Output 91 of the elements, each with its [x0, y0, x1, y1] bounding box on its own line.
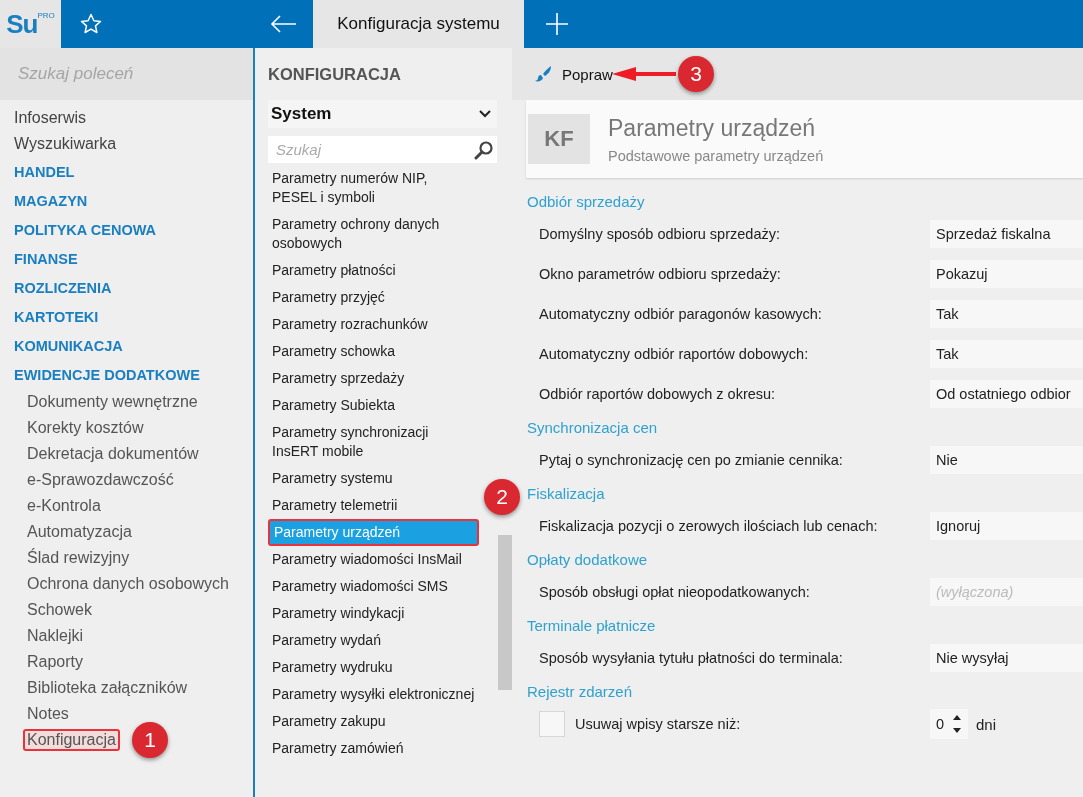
list-item[interactable]: Parametry wiadomości InsMail — [268, 546, 480, 573]
module-badge: KF — [528, 114, 590, 164]
list-item[interactable]: Parametry Subiekta — [268, 392, 480, 419]
value-field[interactable]: Ignoruj — [930, 512, 1083, 540]
callout-arrow — [612, 67, 676, 81]
field-label: Automatyczny odbiór raportów dobowych: — [539, 346, 810, 362]
step-badge: 1 — [132, 722, 168, 758]
field-label: Sposób obsługi opłat nieopodatkowanych: — [539, 584, 811, 600]
nav-item[interactable]: Ochrona danych osobowych — [23, 573, 233, 595]
field-label: Odbiór raportów dobowych z okresu: — [539, 386, 777, 402]
list-item[interactable]: Parametry przyjęć — [268, 284, 480, 311]
search-field[interactable]: Szukaj poleceń — [0, 48, 253, 100]
nav-item[interactable]: Notes — [23, 703, 73, 725]
section-heading: Opłaty dodatkowe — [527, 549, 649, 570]
nav-section[interactable]: POLITYKA CENOWA — [10, 219, 161, 240]
page-title: Parametry urządzeń — [608, 114, 817, 142]
category-dropdown[interactable]: System — [268, 100, 497, 128]
nav-item[interactable]: Konfiguracja — [23, 729, 120, 751]
field-label: Automatyczny odbiór paragonów kasowych: — [539, 306, 823, 322]
list-item[interactable]: Parametry synchronizacji InsERT mobile — [268, 419, 480, 465]
list-item[interactable]: Parametry sprzedaży — [268, 365, 480, 392]
search-field[interactable]: Szukaj — [268, 136, 497, 163]
nav-item[interactable]: Naklejki — [23, 625, 87, 647]
checkbox[interactable] — [539, 711, 565, 737]
section-heading: Terminale płatnicze — [527, 615, 657, 636]
nav-item[interactable]: Dokumenty wewnętrzne — [23, 391, 202, 413]
nav-section[interactable]: FINANSE — [10, 248, 82, 269]
list-item[interactable]: Parametry telemetrii — [268, 492, 480, 519]
list-item[interactable]: Parametry wiadomości SMS — [268, 573, 480, 600]
value-field[interactable]: Tak — [930, 300, 1083, 328]
list-item[interactable]: Parametry płatności — [268, 257, 480, 284]
nav-item[interactable]: Ślad rewizyjny — [23, 547, 134, 569]
nav-item[interactable]: Wyszukiwarka — [10, 133, 121, 155]
value-field: (wyłączona) — [930, 578, 1083, 606]
section-heading: Odbiór sprzedaży — [527, 191, 646, 212]
brush-icon — [534, 65, 552, 83]
list-item[interactable]: Parametry zamówień — [268, 735, 480, 762]
field-label: Sposób wysyłania tytułu płatności do terminala: — [539, 650, 844, 666]
field-label: Pytaj o synchronizację cen po zmianie cennika: — [539, 452, 844, 468]
chevron-down-icon — [479, 110, 491, 118]
nav-item[interactable]: e-Kontrola — [23, 495, 105, 517]
value-field[interactable]: Nie — [930, 446, 1083, 474]
search-input[interactable]: Szukaj poleceń — [16, 63, 244, 85]
nav-section[interactable]: MAGAZYN — [10, 190, 92, 211]
nav-item[interactable]: Biblioteka załączników — [23, 677, 192, 699]
spin-arrows-icon[interactable] — [952, 713, 962, 735]
nav-item[interactable]: Korekty kosztów — [23, 417, 148, 439]
list-item[interactable]: Parametry wydań — [268, 627, 480, 654]
list-item[interactable]: Parametry windykacji — [268, 600, 480, 627]
field-label: Okno parametrów odbioru sprzedaży: — [539, 266, 782, 282]
nav-section[interactable]: ROZLICZENIA — [10, 277, 116, 298]
back-arrow-icon[interactable] — [269, 14, 297, 34]
nav-section[interactable]: HANDEL — [10, 161, 79, 182]
section-heading: Fiskalizacja — [527, 483, 606, 504]
star-icon[interactable] — [79, 12, 103, 36]
list-item[interactable]: Parametry schowka — [268, 338, 480, 365]
tab[interactable]: Konfiguracja systemu — [313, 0, 524, 48]
list-item[interactable]: Parametry wysyłki elektronicznej — [268, 681, 480, 708]
field-label: Fiskalizacja pozycji o zerowych ilościach lub cenach: — [539, 518, 879, 534]
section-heading: Synchronizacja cen — [527, 417, 659, 438]
value-field[interactable]: Od ostatniego odbior — [930, 380, 1083, 408]
nav-item[interactable]: Automatyzacja — [23, 521, 136, 543]
number-spinner[interactable]: 0 — [930, 709, 968, 739]
nav-item[interactable]: Dekretacja dokumentów — [23, 443, 203, 465]
value-field[interactable]: Tak — [930, 340, 1083, 368]
nav-section[interactable]: EWIDENCJE DODATKOWE — [10, 364, 204, 385]
list-item[interactable]: Parametry ochrony danych osobowych — [268, 211, 480, 257]
panel-title: KONFIGURACJA — [268, 63, 402, 85]
value-field[interactable]: Nie wysyłaj — [930, 644, 1083, 672]
list-item[interactable]: Parametry wydruku — [268, 654, 480, 681]
unit-label: dni — [976, 715, 997, 733]
nav-section[interactable]: KOMUNIKACJA — [10, 335, 127, 356]
field-label: Domyślny sposób odbioru sprzedaży: — [539, 226, 781, 242]
section-heading: Rejestr zdarzeń — [527, 681, 634, 702]
nav-item[interactable]: Infoserwis — [10, 107, 91, 129]
search-icon — [474, 139, 494, 160]
list-item[interactable]: Parametry systemu — [268, 465, 480, 492]
step-badge: 2 — [484, 479, 520, 515]
list-item[interactable]: Parametry zakupu — [268, 708, 480, 735]
list-item[interactable]: Parametry rozrachunków — [268, 311, 480, 338]
page-subtitle: Podstawowe parametry urządzeń — [608, 147, 824, 164]
scrollbar-thumb[interactable] — [498, 535, 512, 690]
value-field[interactable]: Pokazuj — [930, 260, 1083, 288]
field-label: Usuwaj wpisy starsze niż: — [575, 716, 742, 732]
edit-button[interactable]: Popraw — [534, 65, 613, 83]
list-item[interactable]: Parametry numerów NIP, PESEL i symboli — [268, 165, 480, 211]
value-field[interactable]: Sprzedaż fiskalna — [930, 220, 1083, 248]
nav-item[interactable]: Schowek — [23, 599, 96, 621]
nav-item[interactable]: e-Sprawozdawczość — [23, 469, 178, 491]
nav-item[interactable]: Raporty — [23, 651, 88, 673]
nav-section[interactable]: KARTOTEKI — [10, 306, 103, 327]
